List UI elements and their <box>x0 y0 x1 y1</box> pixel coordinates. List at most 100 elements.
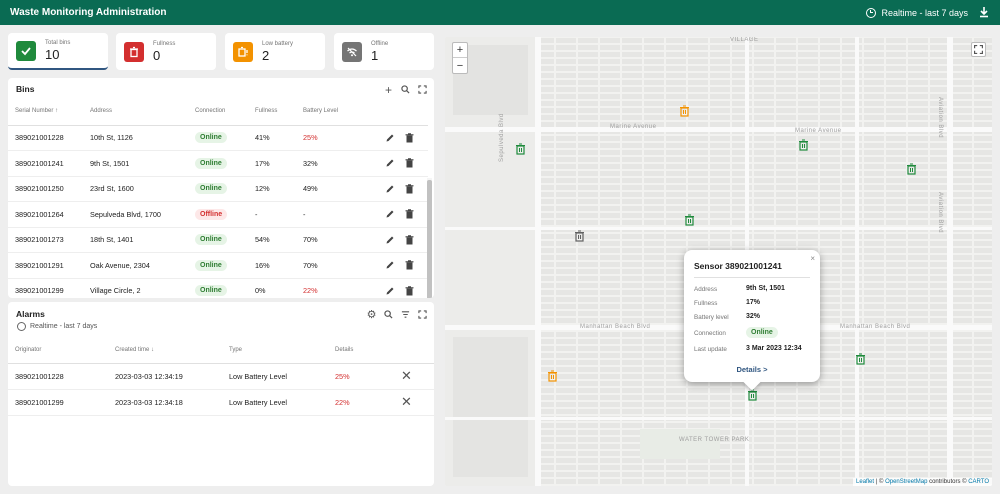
bins-table: Serial Number ↑ Address Connection Fulln… <box>8 98 428 298</box>
cell-battery: 22% <box>296 278 378 298</box>
search-icon[interactable] <box>400 84 411 95</box>
close-icon[interactable]: ✕ <box>401 368 412 383</box>
kpi-fullness[interactable]: Fullness 0 <box>116 33 216 70</box>
kpi-value: 2 <box>262 47 270 63</box>
bin-marker-icon[interactable] <box>855 353 866 365</box>
kpi-offline[interactable]: Offline 1 <box>334 33 434 70</box>
zoom-out-button[interactable]: − <box>453 58 467 73</box>
col-type[interactable]: Type <box>222 337 328 364</box>
delete-icon[interactable] <box>405 133 415 143</box>
bin-marker-icon[interactable] <box>547 370 558 382</box>
app-title: Waste Monitoring Administration <box>10 7 167 18</box>
scrollbar-thumb[interactable] <box>427 180 432 298</box>
table-row[interactable]: 389021001291 Oak Avenue, 2304 Online 16% 70% <box>8 252 428 279</box>
edit-icon[interactable] <box>385 286 395 296</box>
cell-type: Low Battery Level <box>222 363 328 390</box>
table-row[interactable]: 389021001299 Village Circle, 2 Online 0% 22% <box>8 278 428 298</box>
status-badge: Online <box>195 285 227 297</box>
delete-icon[interactable] <box>405 184 415 194</box>
bins-scrollbar[interactable] <box>427 178 432 298</box>
cell-serial: 389021001264 <box>8 201 83 228</box>
map-view[interactable]: VILLAGE Marine Avenue Marine Avenue Manh… <box>445 37 992 486</box>
bin-marker-icon[interactable] <box>515 143 526 155</box>
status-badge: Online <box>746 327 778 338</box>
edit-icon[interactable] <box>385 260 395 270</box>
street-label: Aviation Blvd <box>937 97 943 139</box>
col-battery[interactable]: Battery Level <box>296 98 378 126</box>
col-actions <box>378 98 428 126</box>
alarms-timewindow[interactable]: Realtime - last 7 days <box>17 322 97 331</box>
table-row[interactable]: 389021001299 2023-03-03 12:34:18 Low Batte… <box>8 389 434 416</box>
table-row[interactable]: 389021001264 Sepulveda Blvd, 1700 Offline -… <box>8 201 428 228</box>
status-badge: Online <box>195 132 227 144</box>
cell-serial: 389021001273 <box>8 227 83 253</box>
col-fullness[interactable]: Fullness <box>248 98 296 126</box>
col-created[interactable]: Created time ↓ <box>108 337 222 364</box>
table-row[interactable]: 389021001228 2023-03-03 12:34:19 Low Batte… <box>8 363 434 390</box>
col-address[interactable]: Address <box>83 98 188 126</box>
fullscreen-icon[interactable] <box>417 84 428 95</box>
edit-icon[interactable] <box>385 235 395 245</box>
bin-marker-icon[interactable] <box>906 163 917 175</box>
street-label: Aviation Blvd <box>937 192 943 234</box>
close-icon[interactable]: ✕ <box>401 394 412 409</box>
search-icon[interactable] <box>383 309 394 320</box>
delete-icon[interactable] <box>405 235 415 245</box>
add-icon[interactable]: + <box>383 83 394 97</box>
edit-icon[interactable] <box>385 133 395 143</box>
table-row[interactable]: 389021001241 9th St, 1501 Online 17% 32% <box>8 150 428 177</box>
kpi-total-bins[interactable]: Total bins 10 <box>8 33 108 70</box>
col-connection[interactable]: Connection <box>188 98 248 126</box>
col-serial-label: Serial Number <box>15 108 54 115</box>
bin-marker-icon[interactable] <box>574 230 585 242</box>
edit-icon[interactable] <box>385 184 395 194</box>
sensor-popup: × Sensor 389021001241 Address 9th St, 15… <box>684 250 820 391</box>
delete-icon[interactable] <box>405 209 415 219</box>
leaflet-link[interactable]: Leaflet <box>856 479 874 485</box>
edit-icon[interactable] <box>385 158 395 168</box>
bin-marker-icon[interactable] <box>679 105 690 117</box>
street-label: Sepulveda Blvd <box>499 113 505 162</box>
status-badge: Online <box>195 157 227 169</box>
timewindow-selector[interactable]: Realtime - last 7 days <box>866 7 968 18</box>
details-link[interactable]: Details > <box>684 365 820 374</box>
download-icon[interactable] <box>978 6 990 18</box>
zoom-in-button[interactable]: + <box>453 43 467 58</box>
map-fullscreen-button[interactable] <box>971 42 986 57</box>
gear-icon[interactable]: ⚙ <box>366 309 377 321</box>
filter-icon[interactable] <box>400 309 411 320</box>
osm-link[interactable]: OpenStreetMap <box>885 479 927 485</box>
col-created-label: Created time <box>115 346 150 353</box>
cell-actions <box>378 201 428 228</box>
table-row[interactable]: 389021001273 18th St, 1401 Online 54% 70% <box>8 227 428 253</box>
close-icon[interactable]: × <box>810 254 815 263</box>
battery-low-icon <box>233 41 253 62</box>
kpi-low-battery[interactable]: Low battery 2 <box>225 33 325 70</box>
delete-icon[interactable] <box>405 158 415 168</box>
bin-marker-icon[interactable] <box>747 389 758 401</box>
edit-icon[interactable] <box>385 209 395 219</box>
trash-icon <box>124 41 144 62</box>
carto-link[interactable]: CARTO <box>968 479 989 485</box>
timewindow-label: Realtime - last 7 days <box>881 7 968 18</box>
col-details[interactable]: Details <box>328 337 394 364</box>
table-row[interactable]: 389021001250 23rd St, 1600 Online 12% 49% <box>8 176 428 202</box>
fullscreen-icon[interactable] <box>417 309 428 320</box>
bin-marker-icon[interactable] <box>684 214 695 226</box>
cell-connection: Online <box>188 176 248 202</box>
popup-value: 32% <box>746 313 761 320</box>
app-header: Waste Monitoring Administration Realtime… <box>0 0 1000 25</box>
table-row[interactable]: 389021001228 10th St, 1126 Online 41% 25% <box>8 125 428 151</box>
delete-icon[interactable] <box>405 260 415 270</box>
delete-icon[interactable] <box>405 286 415 296</box>
bin-marker-icon[interactable] <box>798 139 809 151</box>
col-originator[interactable]: Originator <box>8 337 108 364</box>
cell-connection: Online <box>188 125 248 151</box>
status-badge: Offline <box>195 208 228 220</box>
kpi-label: Offline <box>371 40 389 47</box>
col-serial[interactable]: Serial Number ↑ <box>8 98 83 126</box>
clock-icon <box>17 322 26 331</box>
cell-fullness: - <box>248 201 296 228</box>
alarms-table: Originator Created time ↓ Type Details 3… <box>8 337 434 416</box>
cell-serial: 389021001228 <box>8 125 83 151</box>
